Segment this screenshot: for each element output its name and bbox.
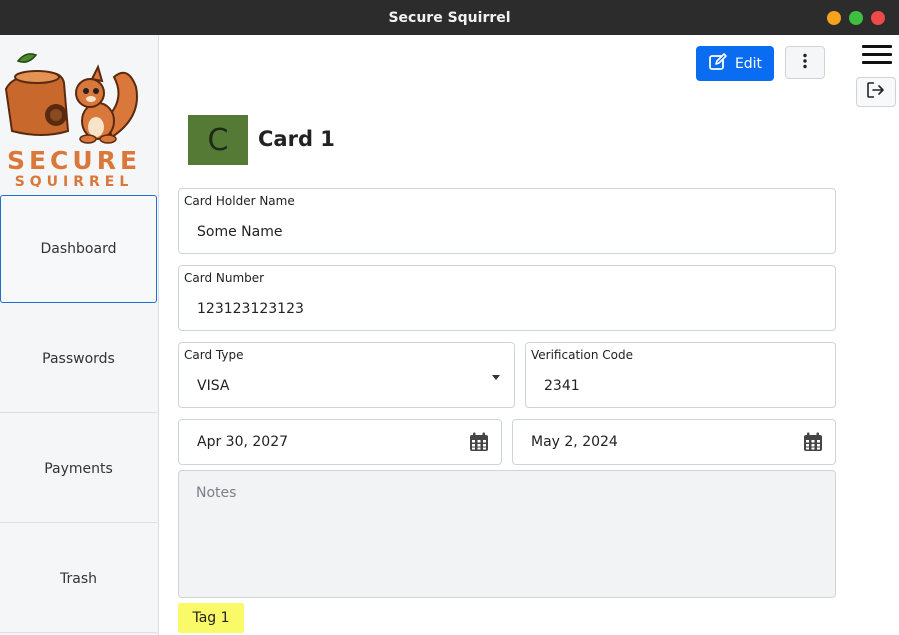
sidebar-item-label: Trash xyxy=(60,570,97,587)
verification-code-field[interactable]: Verification Code 2341 xyxy=(525,342,836,408)
sidebar-item-label: Payments xyxy=(44,460,113,477)
notes-placeholder: Notes xyxy=(196,485,237,501)
maximize-window-icon[interactable] xyxy=(849,11,863,25)
expiry-date-picker[interactable]: Apr 30, 2027 xyxy=(178,419,502,465)
card-avatar: C xyxy=(188,115,248,165)
app-window: SECURE SQUIRREL Dashboard Passwords Paym… xyxy=(0,35,899,635)
hamburger-icon[interactable] xyxy=(862,45,892,67)
card-number-label: Card Number xyxy=(184,271,265,285)
logo-line1: SECURE xyxy=(7,146,141,175)
right-toolbar xyxy=(854,35,899,635)
calendar-icon[interactable] xyxy=(469,432,489,452)
card-holder-label: Card Holder Name xyxy=(184,194,295,208)
tag-label: Tag 1 xyxy=(192,610,230,626)
card-holder-field[interactable]: Card Holder Name Some Name xyxy=(178,188,836,254)
sidebar-item-label: Passwords xyxy=(42,350,115,367)
close-window-icon[interactable] xyxy=(871,11,885,25)
main-content: Edit C Card 1 Card Holder Name Some Name… xyxy=(159,35,854,635)
card-type-label: Card Type xyxy=(184,348,244,362)
edit-button[interactable]: Edit xyxy=(696,46,774,81)
sidebar: SECURE SQUIRREL Dashboard Passwords Paym… xyxy=(0,35,159,635)
sidebar-item-label: Dashboard xyxy=(40,241,117,257)
issue-date-value: May 2, 2024 xyxy=(531,434,618,450)
card-number-field[interactable]: Card Number 123123123123 xyxy=(178,265,836,331)
verification-code-label: Verification Code xyxy=(531,348,633,362)
card-type-select[interactable]: Card Type VISA xyxy=(178,342,515,408)
caret-down-icon xyxy=(492,375,500,380)
sidebar-item-trash[interactable]: Trash xyxy=(0,525,157,633)
window-titlebar: Secure Squirrel xyxy=(0,0,899,35)
calendar-icon[interactable] xyxy=(803,432,823,452)
logout-button[interactable] xyxy=(856,77,896,107)
avatar-letter: C xyxy=(207,122,229,158)
logo-line2: SQUIRREL xyxy=(15,174,134,187)
expiry-date-value: Apr 30, 2027 xyxy=(197,434,289,450)
more-options-button[interactable] xyxy=(785,46,825,79)
minimize-window-icon[interactable] xyxy=(827,11,841,25)
edit-icon xyxy=(708,52,728,76)
verification-code-value: 2341 xyxy=(544,378,580,394)
more-vertical-icon xyxy=(802,53,808,73)
card-holder-value: Some Name xyxy=(197,224,283,240)
tag-chip[interactable]: Tag 1 xyxy=(178,603,244,633)
page-title: Card 1 xyxy=(258,127,335,151)
sidebar-item-payments[interactable]: Payments xyxy=(0,415,157,523)
logout-icon xyxy=(867,82,885,102)
issue-date-picker[interactable]: May 2, 2024 xyxy=(512,419,836,465)
app-logo: SECURE SQUIRREL xyxy=(2,47,142,190)
sidebar-item-dashboard[interactable]: Dashboard xyxy=(0,195,157,303)
sidebar-item-passwords[interactable]: Passwords xyxy=(0,305,157,413)
window-title: Secure Squirrel xyxy=(388,9,511,26)
card-type-value: VISA xyxy=(197,378,230,394)
window-controls xyxy=(827,11,885,25)
card-number-value: 123123123123 xyxy=(197,301,304,317)
notes-textarea[interactable]: Notes xyxy=(178,470,836,598)
edit-label: Edit xyxy=(734,55,763,72)
